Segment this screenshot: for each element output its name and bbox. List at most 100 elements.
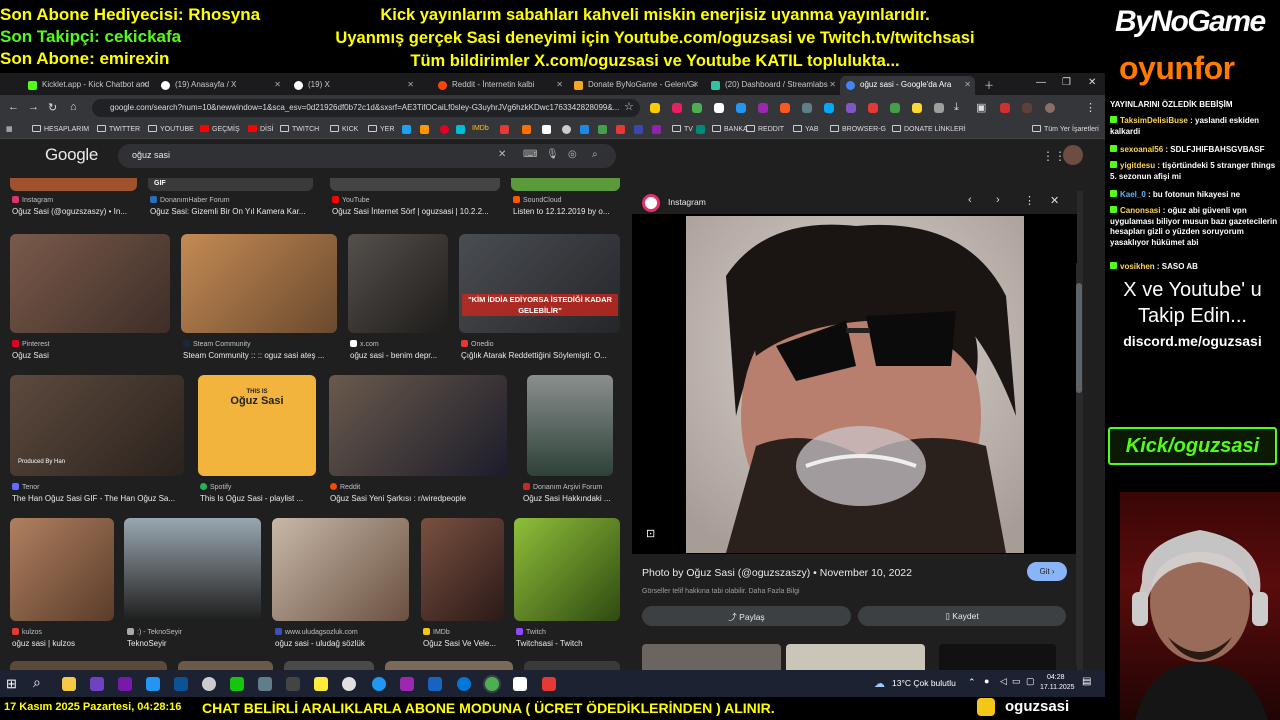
lens-icon[interactable]: ⊡ (646, 527, 655, 540)
bookmark-icon[interactable] (616, 125, 625, 134)
result-title[interactable]: Oğuz Sasi Ve Vele... (423, 639, 505, 648)
result-image[interactable] (10, 661, 167, 670)
app-icon[interactable] (230, 677, 244, 691)
close-icon[interactable]: ✕ (407, 80, 414, 89)
next-icon[interactable]: › (996, 194, 1000, 206)
result-title[interactable]: Oğuz Sasi: Gizemli Bir On Yıl Kamera Kar… (150, 207, 316, 216)
account-avatar[interactable] (1063, 145, 1083, 165)
related-image[interactable] (786, 644, 925, 670)
close-icon[interactable]: ✕ (556, 80, 563, 89)
result-title[interactable]: This Is Oğuz Sasi - playlist ... (200, 494, 318, 503)
bookmark-folder[interactable]: TV (672, 125, 693, 133)
search-icon[interactable]: ⌕ (33, 674, 41, 691)
clock-time[interactable]: 04:28 (1047, 674, 1065, 681)
tab-google[interactable]: oğuz sasi - Google'da Ara ✕ (840, 76, 975, 95)
volume-icon[interactable]: ◁ (1000, 676, 1007, 687)
bookmark-imdb[interactable]: IMDb (472, 125, 489, 132)
result-title[interactable]: Steam Community :: :: oguz sasi ateş ... (183, 351, 338, 360)
result-image[interactable] (10, 234, 170, 333)
result-title[interactable]: Listen to 12.12.2019 by o... (513, 207, 620, 216)
page-scrollbar[interactable] (1076, 263, 1082, 665)
extension-icon[interactable] (912, 103, 922, 113)
close-icon[interactable]: ✕ (274, 80, 281, 89)
clock-date[interactable]: 17.11.2025 (1040, 684, 1075, 691)
chrome-icon[interactable] (485, 677, 499, 691)
result-image[interactable] (284, 661, 374, 670)
clear-icon[interactable]: ✕ (498, 149, 506, 160)
tray-chevron-icon[interactable]: ⌃ (968, 677, 976, 688)
extension-icon[interactable] (780, 103, 790, 113)
notifications-icon[interactable]: ▤ (1082, 676, 1091, 687)
app-icon[interactable] (90, 677, 104, 691)
extension-icon[interactable] (934, 103, 944, 113)
save-button[interactable]: ▯ Kaydet (858, 606, 1066, 626)
preview-image[interactable] (686, 216, 1024, 553)
back-icon[interactable]: ← (8, 101, 19, 113)
bookmark-icon[interactable] (652, 125, 661, 134)
weather-icon[interactable]: ☁ (874, 677, 885, 690)
battery-icon[interactable]: ▢ (1026, 676, 1035, 687)
result-image[interactable] (511, 178, 620, 191)
result-image[interactable]: Produced By Han (10, 375, 184, 476)
profile-avatar[interactable] (1045, 103, 1055, 113)
bookmark-folder[interactable]: REDDIT (746, 125, 784, 133)
keyboard-icon[interactable]: ⌨ (523, 149, 537, 160)
tab-x[interactable]: (19) X ✕ (288, 76, 418, 95)
tab-streamlabs[interactable]: (20) Dashboard / Streamlabs ✕ (705, 76, 840, 95)
result-image[interactable] (514, 518, 620, 621)
onenote-icon[interactable] (118, 677, 132, 691)
bookmark-icon[interactable] (580, 125, 589, 134)
camera-icon[interactable] (258, 677, 272, 691)
lens-icon[interactable]: ◎ (568, 149, 577, 160)
extension-icon[interactable] (846, 103, 856, 113)
visit-button[interactable]: Git › (1027, 562, 1067, 581)
bookmark-folder[interactable]: YER (368, 125, 394, 133)
google-logo[interactable]: Google (45, 145, 98, 165)
result-title[interactable]: The Han Oğuz Sasi GIF - The Han Oğuz Sa.… (12, 494, 186, 503)
extension-icon[interactable] (802, 103, 812, 113)
bookmark-icon[interactable] (500, 125, 509, 134)
result-title[interactable]: Oğuz Sasi Yeni Şarkısı : r/wiredpeople (330, 494, 510, 503)
result-title[interactable]: Oğuz Sasi (12, 351, 168, 360)
url-input[interactable]: google.com/search?num=10&newwindow=1&sca… (92, 99, 640, 117)
sticky-notes-icon[interactable] (314, 677, 328, 691)
extension-icon[interactable] (824, 103, 834, 113)
result-title[interactable]: Oğuz Sasi (@oguzszaszy) • In... (12, 207, 138, 216)
result-title[interactable]: Oğuz Sasi İnternet Sörf | oguzsasi | 10.… (332, 207, 500, 216)
result-image[interactable] (10, 518, 114, 621)
download-icon[interactable]: ⤓ (954, 101, 959, 114)
extension-icon[interactable] (1000, 103, 1010, 113)
bookmark-icon[interactable] (598, 125, 607, 134)
app-icon[interactable] (400, 677, 414, 691)
related-image[interactable] (642, 644, 781, 670)
bookmark-folder[interactable]: YAB (793, 125, 819, 133)
result-title[interactable]: oğuz sasi | kulzos (12, 639, 116, 648)
result-title[interactable]: Çığlık Atarak Reddettiğini Söylemişti: O… (461, 351, 621, 360)
result-image[interactable] (124, 518, 261, 621)
result-image[interactable]: "KİM İDDİA EDİYORSA İSTEDİĞİ KADAR GELEB… (459, 234, 620, 333)
extension-icon[interactable] (758, 103, 768, 113)
minimize-icon[interactable]: — (1036, 77, 1046, 88)
app-icon[interactable] (146, 677, 160, 691)
search-input[interactable]: oğuz sasi ✕ ⌨ 🎙 ◎ ⌕ (118, 144, 616, 168)
weather-text[interactable]: 13°C Çok bulutlu (892, 678, 956, 688)
bookmark-icon[interactable] (420, 125, 429, 134)
result-image[interactable]: THIS IS Oğuz Sasi (198, 375, 316, 476)
mic-icon[interactable]: 🎙 (546, 149, 559, 160)
extension-icon[interactable] (692, 103, 702, 113)
app-icon[interactable] (542, 677, 556, 691)
bookmark-folder[interactable]: DİSİ (248, 125, 274, 133)
bookmark-icon[interactable] (696, 125, 705, 134)
extension-icon[interactable] (868, 103, 878, 113)
related-image[interactable] (939, 644, 1056, 670)
result-title[interactable]: TeknoSeyir (127, 639, 262, 648)
search-icon[interactable]: ⌕ (592, 149, 598, 160)
result-image[interactable] (329, 375, 507, 476)
extension-icon[interactable] (890, 103, 900, 113)
result-title[interactable]: Twitchsasi - Twitch (516, 639, 620, 648)
bookmark-folder[interactable]: BROWSER-G (830, 125, 886, 133)
menu-icon[interactable]: ⋮ (1085, 101, 1096, 114)
extension-icon[interactable] (1022, 103, 1032, 113)
bookmark-icon[interactable] (522, 125, 531, 134)
extension-icon[interactable] (672, 103, 682, 113)
